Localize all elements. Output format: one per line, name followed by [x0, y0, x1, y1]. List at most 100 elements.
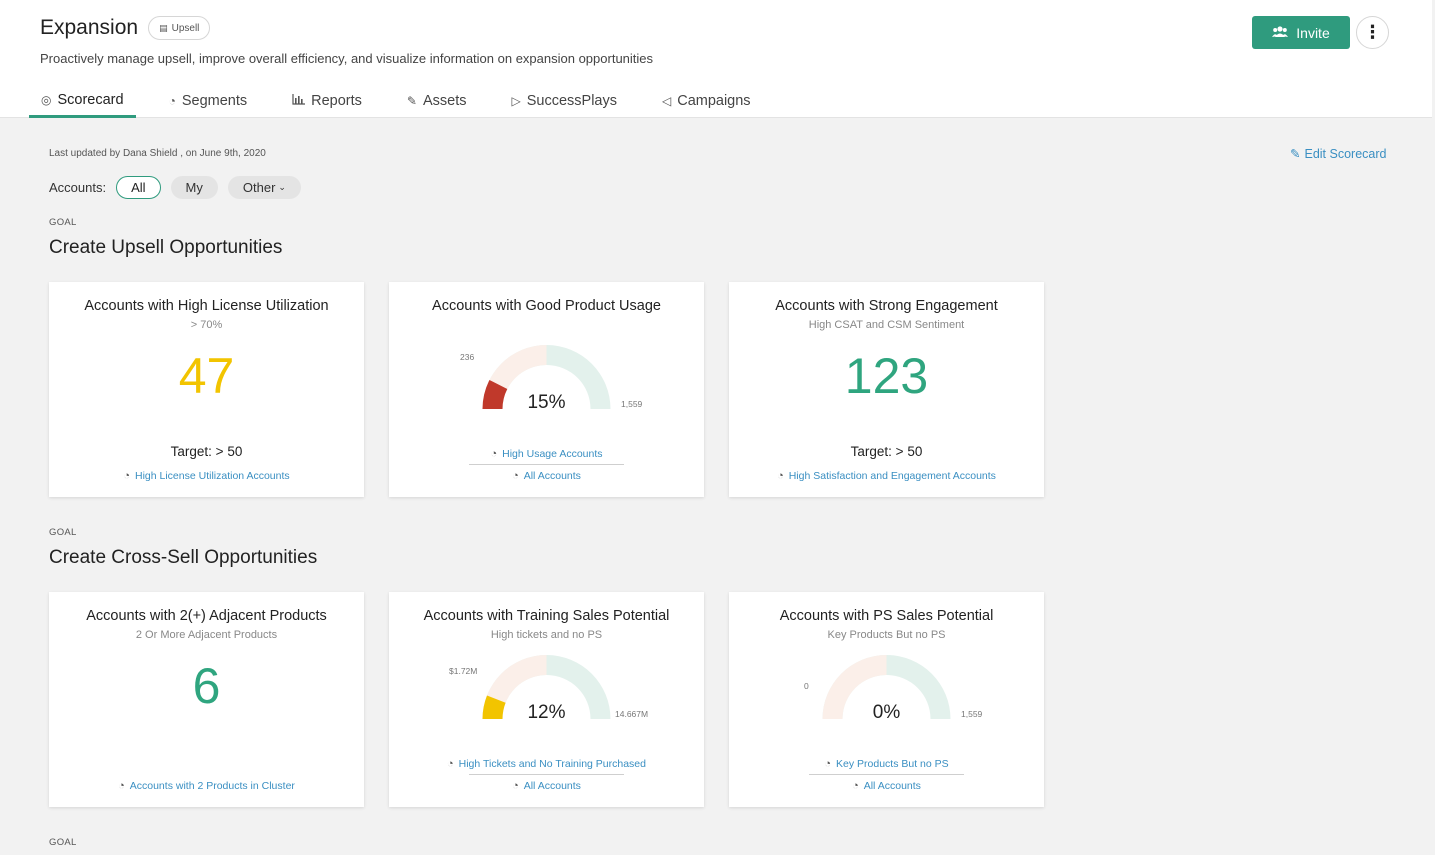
gauge-chart — [482, 655, 611, 719]
tab-scorecard[interactable]: ◎ Scorecard — [29, 86, 136, 118]
megaphone-icon: ◁ — [661, 94, 672, 108]
gauge-min-label: 236 — [460, 352, 475, 362]
card-title: Accounts with Strong Engagement — [775, 298, 998, 314]
metric-value: 6 — [192, 658, 221, 714]
title-row: Expansion ▤ Upsell — [40, 16, 211, 40]
accounts-filter: Accounts: All My Other ⌄ — [49, 176, 301, 199]
page-title: Expansion — [40, 16, 139, 39]
invite-button-label: Invite — [1296, 24, 1330, 41]
edit-scorecard-label: Edit Scorecard — [1304, 146, 1387, 161]
segment-link-label: High License Utilization Accounts — [134, 470, 290, 482]
segment-link[interactable]: ◔ All Accounts — [729, 780, 1044, 792]
segment-link-label: Key Products But no PS — [836, 758, 949, 770]
segment-link[interactable]: ◔ High Tickets and No Training Purchased — [389, 758, 704, 770]
segment-link[interactable]: ◔ Key Products But no PS — [729, 758, 1044, 770]
more-options-button[interactable]: ⋮ — [1356, 16, 1389, 49]
gauge-min-label: $1.72M — [449, 666, 478, 676]
invite-button[interactable]: Invite — [1252, 16, 1350, 49]
accounts-label: Accounts: — [49, 180, 107, 195]
segment-link[interactable]: ◔ High License Utilization Accounts — [49, 470, 364, 482]
segment-link[interactable]: ◔ High Usage Accounts — [389, 448, 704, 460]
card-title: Accounts with 2(+) Adjacent Products — [86, 608, 327, 624]
segment-link-label: Accounts with 2 Products in Cluster — [129, 780, 295, 792]
segment-link-label: High Usage Accounts — [502, 448, 603, 460]
metric-card[interactable]: Accounts with Training Sales Potential H… — [389, 592, 704, 807]
metric-card[interactable]: Accounts with Good Product Usage 236 1,5… — [389, 282, 704, 497]
pie-icon: ◔ — [852, 780, 859, 792]
play-icon: ▷ — [511, 94, 521, 108]
gauge-percent: 0% — [872, 702, 901, 723]
segment-link-label: All Accounts — [523, 470, 581, 482]
gauge-percent: 15% — [527, 392, 566, 413]
page-header: Expansion ▤ Upsell Proactively manage up… — [0, 0, 1432, 118]
segment-link[interactable]: ◔ Accounts with 2 Products in Cluster — [49, 780, 364, 792]
gauge-percent: 12% — [527, 702, 566, 723]
segment-link-label: All Accounts — [523, 780, 581, 792]
filter-label: All — [131, 180, 146, 195]
metric-value: 47 — [178, 348, 235, 404]
metric-card[interactable]: Accounts with PS Sales Potential Key Pro… — [729, 592, 1044, 807]
filter-other-dropdown[interactable]: Other ⌄ — [227, 176, 301, 199]
pie-icon: ◔ — [824, 758, 831, 770]
tab-campaigns[interactable]: ◁ Campaigns — [650, 86, 763, 116]
tab-label: Campaigns — [677, 93, 751, 109]
upsell-chip-label: Upsell — [171, 22, 200, 34]
card-title: Accounts with High License Utilization — [84, 298, 329, 314]
filter-label: My — [185, 180, 203, 195]
users-icon — [1272, 25, 1289, 41]
card-subtitle: 2 Or More Adjacent Products — [135, 629, 278, 641]
card-subtitle: > 70% — [190, 319, 223, 331]
pencil-icon: ✎ — [1290, 147, 1301, 161]
tab-label: Scorecard — [57, 92, 124, 108]
filter-label: Other — [242, 180, 276, 195]
metric-value: 123 — [844, 348, 929, 404]
goal-title: Create Upsell Opportunities — [49, 237, 283, 258]
pie-icon: ◔ — [123, 470, 130, 482]
goal-label: GOAL — [49, 527, 77, 538]
pie-icon: ◔ — [490, 448, 498, 460]
bar-chart-icon — [292, 94, 306, 108]
card-subtitle: High CSAT and CSM Sentiment — [808, 319, 965, 331]
tab-segments[interactable]: ◔ Segments — [157, 86, 260, 116]
gauge-min-label: 0 — [804, 681, 809, 691]
scorecard-icon: ◎ — [41, 93, 52, 107]
tab-reports[interactable]: Reports — [280, 86, 374, 116]
paperclip-icon: ✎ — [406, 94, 417, 108]
tab-successplays[interactable]: ▷ SuccessPlays — [499, 86, 629, 116]
target-text: Target: > 50 — [850, 444, 923, 459]
tab-label: Segments — [181, 93, 248, 109]
goal-label: GOAL — [49, 837, 77, 848]
divider — [469, 464, 624, 465]
pie-icon: ◔ — [512, 470, 519, 482]
filter-all-button[interactable]: All — [116, 176, 161, 199]
segment-link-label: All Accounts — [863, 780, 921, 792]
pie-icon: ◔ — [446, 758, 454, 770]
last-updated-text: Last updated by Dana Shield , on June 9t… — [49, 148, 266, 159]
target-text: Target: > 50 — [170, 444, 243, 459]
segment-link[interactable]: ◔ High Satisfaction and Engagement Accou… — [729, 470, 1044, 482]
goal-label: GOAL — [49, 217, 77, 228]
filter-my-button[interactable]: My — [170, 176, 218, 199]
segment-link-label: High Satisfaction and Engagement Account… — [788, 470, 996, 482]
tab-bar: ◎ Scorecard ◔ Segments Reports ✎ Assets … — [29, 86, 784, 118]
divider — [809, 774, 964, 775]
upsell-chip: ▤ Upsell — [148, 16, 211, 40]
goal-title: Create Cross-Sell Opportunities — [49, 547, 318, 568]
page-subtitle: Proactively manage upsell, improve overa… — [40, 51, 654, 66]
pie-icon: ◔ — [512, 780, 519, 792]
edit-scorecard-link[interactable]: ✎ Edit Scorecard — [1290, 146, 1387, 162]
divider — [469, 774, 624, 775]
vertical-dots-icon: ⋮ — [1363, 22, 1382, 42]
segment-link[interactable]: ◔ All Accounts — [389, 780, 704, 792]
gauge-chart — [482, 345, 611, 409]
chevron-down-icon: ⌄ — [278, 182, 286, 192]
pie-icon: ◔ — [777, 470, 784, 482]
metric-card[interactable]: Accounts with 2(+) Adjacent Products 2 O… — [49, 592, 364, 807]
metric-card[interactable]: Accounts with Strong Engagement High CSA… — [729, 282, 1044, 497]
tab-assets[interactable]: ✎ Assets — [395, 86, 479, 116]
segment-link[interactable]: ◔ All Accounts — [389, 470, 704, 482]
tab-label: Reports — [311, 93, 362, 109]
metric-card[interactable]: Accounts with High License Utilization >… — [49, 282, 364, 497]
tab-label: Assets — [422, 93, 467, 109]
clipboard-icon: ▤ — [159, 22, 168, 33]
